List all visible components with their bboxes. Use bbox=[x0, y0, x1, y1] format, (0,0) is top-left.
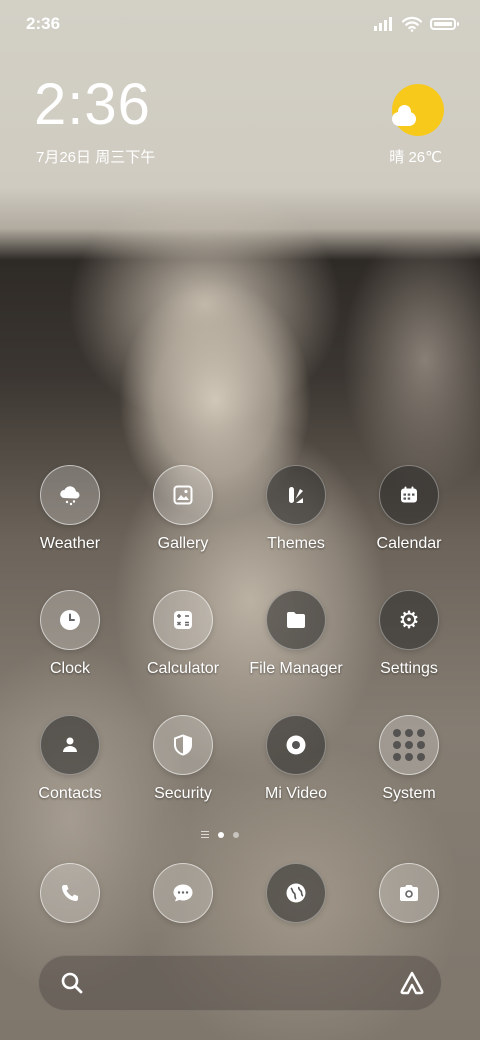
app-label: Contacts bbox=[38, 785, 102, 802]
clock-widget-date: 7月26日 周三下午 bbox=[36, 149, 156, 166]
calendar-icon bbox=[379, 465, 439, 525]
app-label: Gallery bbox=[157, 535, 209, 552]
dock-phone[interactable] bbox=[15, 863, 125, 923]
folder-grid-icon bbox=[379, 715, 439, 775]
weather-cloud-icon bbox=[40, 465, 100, 525]
app-label: Clock bbox=[49, 660, 90, 677]
dock-camera[interactable] bbox=[354, 863, 464, 923]
menu-lines-icon bbox=[201, 831, 209, 838]
app-label: Themes bbox=[267, 535, 325, 552]
browser-globe-icon bbox=[266, 863, 326, 923]
app-weather[interactable]: Weather bbox=[15, 465, 125, 553]
search-icon bbox=[61, 972, 83, 994]
calculator-icon bbox=[153, 590, 213, 650]
app-label: Weather bbox=[39, 535, 101, 552]
app-calculator[interactable]: Calculator bbox=[128, 590, 238, 678]
cloud-icon bbox=[392, 105, 416, 126]
app-settings[interactable]: ⚙ Settings bbox=[354, 590, 464, 678]
camera-icon bbox=[379, 863, 439, 923]
folder-icon bbox=[266, 590, 326, 650]
app-label: Settings bbox=[380, 660, 438, 677]
page-dot bbox=[233, 831, 239, 838]
dock-messages[interactable] bbox=[128, 863, 238, 923]
search-bar[interactable] bbox=[38, 955, 442, 1011]
app-themes[interactable]: Themes bbox=[241, 465, 351, 553]
message-icon bbox=[153, 863, 213, 923]
battery-icon bbox=[430, 18, 459, 30]
app-security[interactable]: Security bbox=[128, 715, 238, 803]
app-file-manager[interactable]: File Manager bbox=[241, 590, 351, 678]
clock-widget-time[interactable]: 2:36 bbox=[34, 76, 151, 134]
app-label: System bbox=[382, 785, 436, 802]
status-bar: 2:36 bbox=[0, 0, 480, 50]
app-label: File Manager bbox=[249, 660, 343, 677]
clock-icon bbox=[40, 590, 100, 650]
wifi-icon bbox=[402, 16, 422, 32]
themes-icon bbox=[266, 465, 326, 525]
page-dot-active bbox=[218, 831, 224, 838]
app-gallery[interactable]: Gallery bbox=[128, 465, 238, 553]
app-calendar[interactable]: Calendar bbox=[354, 465, 464, 553]
gear-icon: ⚙ bbox=[379, 590, 439, 650]
video-play-icon bbox=[266, 715, 326, 775]
dock-browser[interactable] bbox=[241, 863, 351, 923]
app-label: Calculator bbox=[146, 660, 220, 677]
app-contacts[interactable]: Contacts bbox=[15, 715, 125, 803]
phone-icon bbox=[40, 863, 100, 923]
app-label: Security bbox=[154, 785, 212, 802]
gallery-icon bbox=[153, 465, 213, 525]
contacts-icon bbox=[40, 715, 100, 775]
app-system-folder[interactable]: System bbox=[354, 715, 464, 803]
app-clock[interactable]: Clock bbox=[15, 590, 125, 678]
status-time: 2:36 bbox=[26, 14, 61, 33]
app-label: Mi Video bbox=[265, 785, 327, 802]
shield-icon bbox=[153, 715, 213, 775]
weather-widget-text: 晴 26℃ bbox=[389, 149, 442, 166]
signal-icon bbox=[374, 17, 394, 31]
weather-widget-icon[interactable] bbox=[392, 84, 444, 136]
status-icons bbox=[374, 14, 459, 34]
assistant-icon[interactable] bbox=[399, 971, 425, 995]
page-indicator[interactable] bbox=[201, 831, 239, 838]
app-label: Calendar bbox=[376, 535, 442, 552]
app-mi-video[interactable]: Mi Video bbox=[241, 715, 351, 803]
